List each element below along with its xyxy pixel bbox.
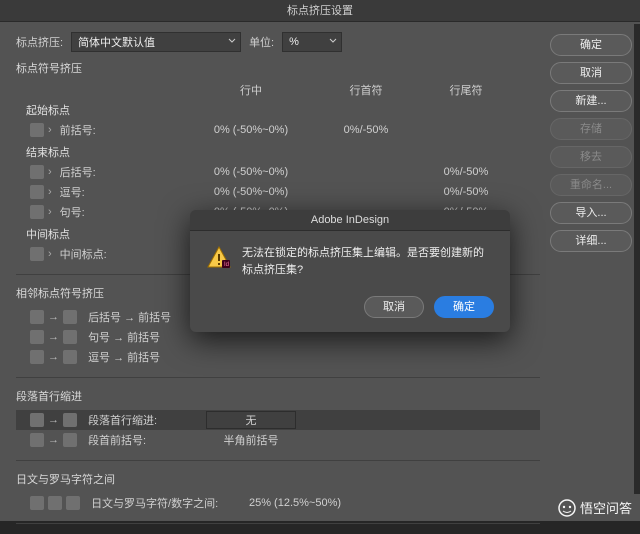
chevron-down-icon [228,36,236,48]
divider [16,377,540,378]
new-button[interactable]: 新建... [550,90,632,112]
row-label: 句号: [60,204,85,220]
table-row[interactable]: 日文与罗马字符/数字之间: 25% (12.5%~50%) [16,493,540,513]
unit-label: 单位: [249,34,274,50]
ok-button[interactable]: 确定 [550,34,632,56]
divider [16,523,540,524]
char-icon [63,413,77,427]
arrow-right-icon: → [48,351,59,363]
period-icon [30,330,44,344]
warning-icon: Id [206,245,232,271]
cell-value: 0% (-50%~0%) [186,166,316,178]
open-bracket-icon [30,123,44,137]
roman-icon [48,496,62,510]
section-jp-roman: 日文与罗马字符之间 日文与罗马字符/数字之间: 25% (12.5%~50%) [16,471,540,513]
dialog-ok-button[interactable]: 确定 [434,296,494,318]
chevron-right-icon: › [48,248,52,260]
open-bracket-icon [63,350,77,364]
watermark: 悟空问答 [558,498,632,517]
table-row[interactable]: › 逗号: 0% (-50%~0%) 0%/-50% [16,182,540,202]
row-label: 段落首行缩进: [88,412,157,428]
dialog-cancel-button[interactable]: 取消 [364,296,424,318]
arrow-right-icon: → [48,311,59,323]
paragraph-icon [30,433,44,447]
section1-title: 标点符号挤压 [16,60,540,76]
row-label: 段首前括号: [88,432,146,448]
table-row[interactable]: → 逗号 → 前括号 [16,347,540,367]
close-bracket-icon [30,165,44,179]
col-linehead: 行首符 [316,82,416,98]
open-bracket-icon [63,310,77,324]
arrow-right-icon: → [48,414,59,426]
table-row[interactable]: → 段落首行缩进: 无 [16,410,540,430]
table-row[interactable]: → 段首前括号: 半角前括号 [16,430,540,450]
watermark-text: 悟空问答 [580,498,632,517]
detail-button[interactable]: 详细... [550,230,632,252]
divider [16,460,540,461]
table-row[interactable]: › 后括号: 0% (-50%~0%) 0%/-50% [16,162,540,182]
svg-text:Id: Id [224,262,229,268]
indent-value[interactable]: 无 [206,411,296,429]
cell-value: 0% (-50%~0%) [186,186,316,198]
right-panel-strip [634,24,640,494]
cell-value: 0% (-50%~0%) [186,124,316,136]
row-label: 前括号: [60,122,96,138]
col-linetail: 行尾符 [416,82,516,98]
unit-value: % [289,36,299,48]
close-bracket-icon [30,310,44,324]
chevron-right-icon: › [48,124,52,136]
row-label: 后括号 → 前括号 [88,309,171,325]
cell-value: 0%/-50% [416,166,516,178]
mojikumi-label: 标点挤压: [16,34,63,50]
chevron-right-icon: › [48,186,52,198]
row-label: 逗号: [60,184,85,200]
open-bracket-icon [63,433,77,447]
wukong-logo-icon [558,499,576,517]
table-row[interactable]: › 前括号: 0% (-50%~0%) 0%/-50% [16,120,540,140]
rename-button: 重命名... [550,174,632,196]
mojikumi-dropdown[interactable]: 简体中文默认值 [71,32,241,52]
cjk-icon [30,496,44,510]
row-label: 日文与罗马字符/数字之间: [91,495,218,511]
paragraph-icon [30,413,44,427]
comma-icon [30,185,44,199]
group-start-punct: 起始标点 [26,102,540,118]
cell-value: 0%/-50% [316,124,416,136]
chevron-right-icon: › [48,166,52,178]
section4-title: 日文与罗马字符之间 [16,471,540,487]
chevron-down-icon [329,36,337,48]
alert-dialog: Adobe InDesign Id 无法在锁定的标点挤压集上编辑。是否要创建新的… [190,210,510,332]
section-indent: 段落首行缩进 → 段落首行缩进: 无 → 段首前括号: 半角前括号 [16,388,540,450]
import-button[interactable]: 导入... [550,202,632,224]
arrow-right-icon: → [48,331,59,343]
section3-title: 段落首行缩进 [16,388,540,404]
unit-dropdown[interactable]: % [282,32,342,52]
group-end-punct: 结束标点 [26,144,540,160]
dialog-message: 无法在锁定的标点挤压集上编辑。是否要创建新的标点挤压集? [242,245,494,278]
arrow-right-icon: → [48,434,59,446]
dialog-title: Adobe InDesign [190,210,510,231]
row-label: 句号 → 前括号 [88,329,160,345]
mojikumi-value: 简体中文默认值 [78,34,155,50]
open-bracket-icon [63,330,77,344]
row-label: 逗号 → 前括号 [88,349,160,365]
row-label: 后括号: [60,164,96,180]
remove-button: 移去 [550,146,632,168]
comma-icon [30,350,44,364]
cjk-icon [66,496,80,510]
window-title: 标点挤压设置 [0,0,640,22]
row-label: 中间标点: [60,246,107,262]
cell-value: 半角前括号 [186,432,316,448]
cell-value: 25% (12.5%~50%) [230,497,360,509]
col-inline: 行中 [186,82,316,98]
cell-value: 0%/-50% [416,186,516,198]
period-icon [30,205,44,219]
save-button: 存储 [550,118,632,140]
cancel-button[interactable]: 取消 [550,62,632,84]
chevron-right-icon: › [48,206,52,218]
middle-dot-icon [30,247,44,261]
